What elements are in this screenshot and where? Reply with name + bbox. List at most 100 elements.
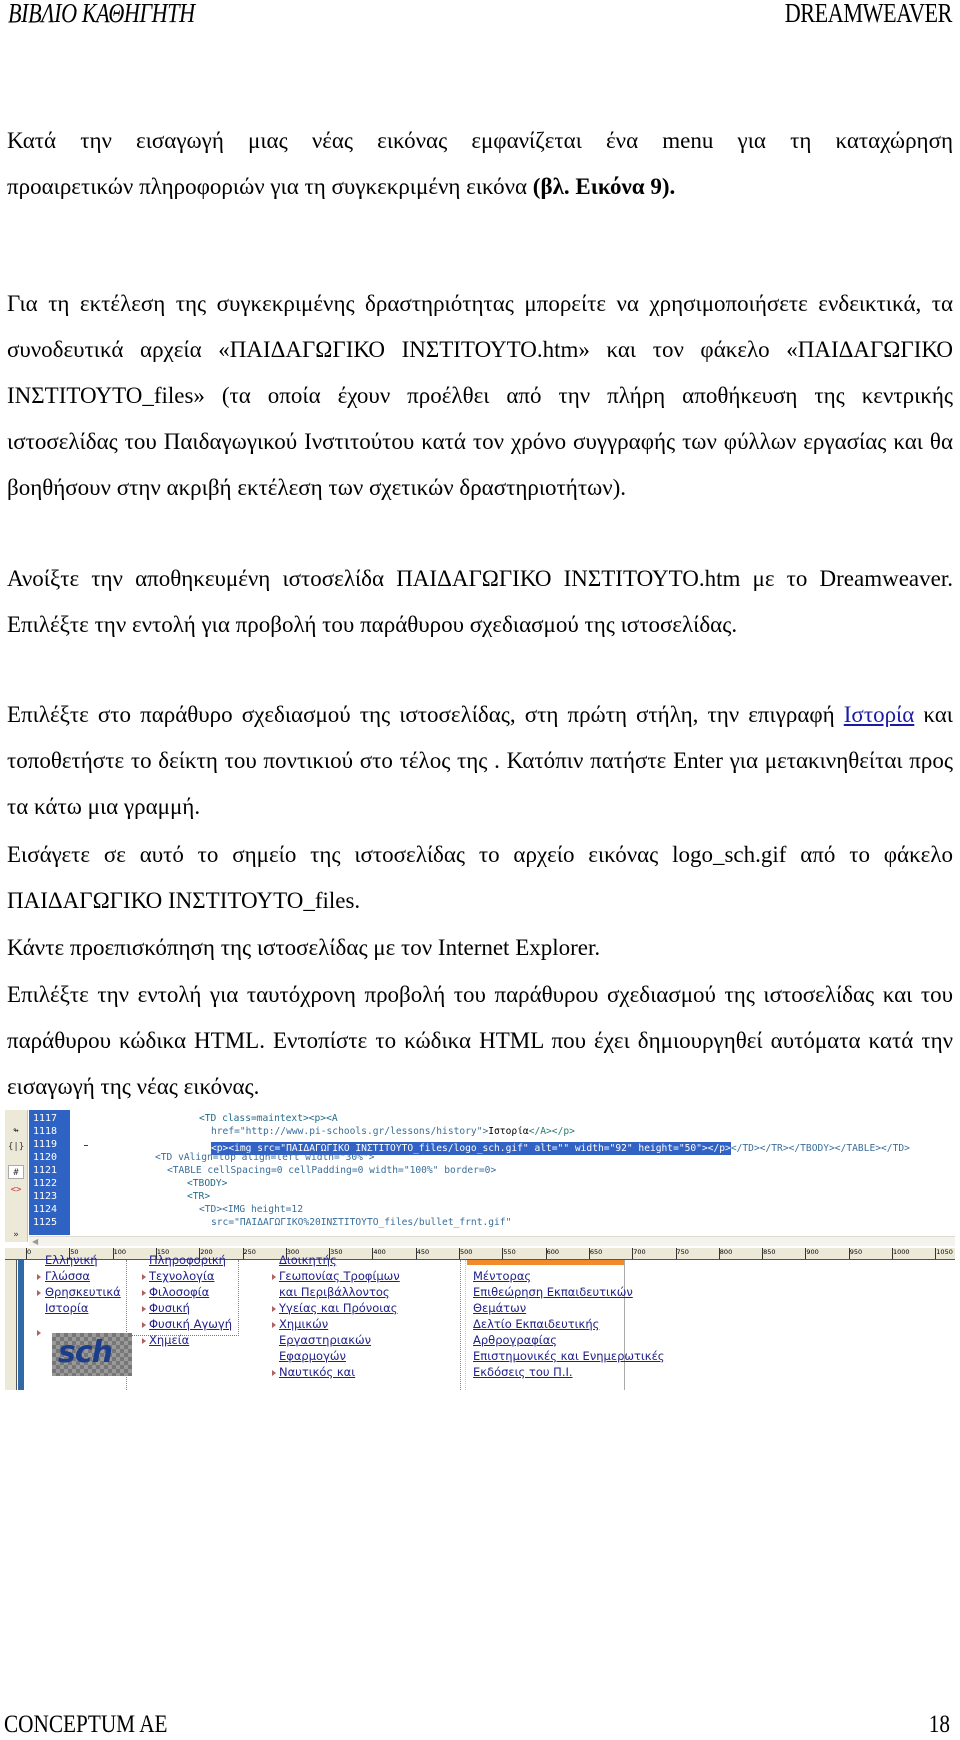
- history-link[interactable]: Ιστορία: [844, 702, 915, 727]
- dreamweaver-screenshot: ↬ {|} # <> » 1117 1118 1119 1120 1121 11…: [5, 1110, 955, 1390]
- anchor-marker-icon: [142, 1274, 146, 1280]
- code-text: <TD class=maintext><p><A: [199, 1113, 338, 1124]
- design-link[interactable]: Επιθεώρηση Εκπαιδευτικών: [473, 1285, 633, 1300]
- line-numbers-icon[interactable]: #: [8, 1165, 24, 1179]
- line-number: 1118: [33, 1126, 58, 1137]
- figure-reference: (βλ. Εικόνα 9).: [532, 174, 676, 199]
- header-section-title: DREAMWEAVER: [784, 0, 953, 28]
- horizontal-ruler: 0 50 100 150 200 250 300 350 400 450 500 550 600 650 7…: [5, 1248, 955, 1260]
- code-line-1123[interactable]: <TR>: [187, 1190, 210, 1203]
- design-link[interactable]: Θρησκευτικά: [45, 1285, 121, 1300]
- highlight-invalid-code-icon[interactable]: <>: [8, 1183, 24, 1197]
- paragraph-open-page: Ανοίξτε την αποθηκευμένη ιστοσελίδα ΠΑΙΔ…: [7, 566, 953, 637]
- design-link[interactable]: Ναυτικός και: [279, 1365, 355, 1380]
- ruler-tick-label: 250: [242, 1248, 256, 1259]
- design-link[interactable]: Εφαρμογών: [279, 1349, 346, 1364]
- code-line-1117[interactable]: <TD class=maintext><p><A: [199, 1112, 338, 1125]
- header-book-title: ΒΙΒΛΙΟ ΚΑΘΗΓΗΤΗ: [8, 0, 195, 28]
- code-line-1120[interactable]: <TD vAlign=top align=left width="30%">: [155, 1151, 375, 1164]
- expand-toolbar-icon[interactable]: »: [8, 1228, 24, 1242]
- ruler-tick-label: 950: [848, 1248, 863, 1259]
- design-link[interactable]: και Περιβάλλοντος: [279, 1285, 390, 1300]
- line-number: 1117: [33, 1113, 58, 1124]
- design-link[interactable]: Θεμάτων: [473, 1301, 526, 1316]
- page-number: 18: [928, 1711, 950, 1738]
- design-link[interactable]: Πληροφορική: [149, 1253, 226, 1268]
- code-line-1124[interactable]: <TD><IMG height=12: [199, 1203, 303, 1216]
- ruler-tick-label: 100: [112, 1248, 127, 1259]
- code-line-1118[interactable]: href="http://www.pi-schools.gr/lessons/h…: [211, 1125, 575, 1138]
- code-line-1125[interactable]: src="ΠΑΙΔΑΓΩΓΙΚΟ%20ΙΝΣΤΙΤΟΥΤΟ_files/bull…: [211, 1216, 511, 1229]
- design-link[interactable]: Εργαστηριακών: [279, 1333, 371, 1348]
- line-number: 1122: [33, 1178, 58, 1189]
- code-text: src="ΠΑΙΔΑΓΩΓΙΚΟ%20ΙΝΣΤΙΤΟΥΤΟ_files/bull…: [211, 1217, 512, 1228]
- design-view-pane: Ελληνική Γλώσσα Θρησκευτικά Ιστορία sch …: [25, 1253, 955, 1390]
- design-link[interactable]: Φυσική Αγωγή: [149, 1317, 232, 1332]
- anchor-marker-icon: [37, 1290, 41, 1296]
- design-link[interactable]: Χημεία: [149, 1333, 189, 1348]
- coding-toolbar: ↬ {|} # <> »: [5, 1110, 28, 1242]
- ruler-tick-label: 700: [632, 1248, 646, 1259]
- paragraph-select-history-text-a: Επιλέξτε στο παράθυρο σχεδιασμού της ιστ…: [7, 702, 844, 727]
- ruler-tick-label: 800: [718, 1248, 733, 1259]
- ruler-tick-label: 900: [805, 1248, 819, 1259]
- ruler-tick-label: 1050: [935, 1248, 953, 1259]
- code-text: <TABLE cellSpacing=0 cellPadding=0 width…: [167, 1165, 497, 1176]
- design-link[interactable]: Φυσική: [149, 1301, 190, 1316]
- design-link[interactable]: Ελληνική: [45, 1253, 98, 1268]
- ruler-tick-label: 650: [588, 1248, 603, 1259]
- design-link[interactable]: Διοικητής: [279, 1253, 337, 1268]
- anchor-marker-icon: [142, 1290, 146, 1296]
- horizontal-scrollbar[interactable]: ◀: [29, 1236, 955, 1246]
- design-link[interactable]: Γλώσσα: [45, 1269, 90, 1284]
- line-number: 1124: [33, 1204, 58, 1215]
- paragraph-intro: Κατά την εισαγωγή μιας νέας εικόνας εμφα…: [7, 118, 953, 210]
- line-number: 1120: [33, 1152, 58, 1163]
- design-link[interactable]: Φιλοσοφία: [149, 1285, 209, 1300]
- code-text: </A></p>: [528, 1126, 575, 1137]
- design-link[interactable]: Χημικών: [279, 1317, 328, 1332]
- sch-logo-image[interactable]: sch: [52, 1333, 132, 1376]
- design-link[interactable]: Μέντορας: [473, 1269, 531, 1284]
- code-view-pane: ↬ {|} # <> » 1117 1118 1119 1120 1121 11…: [5, 1110, 955, 1246]
- balance-braces-icon[interactable]: {|}: [8, 1140, 24, 1154]
- design-link[interactable]: Τεχνολογία: [149, 1269, 214, 1284]
- line-number: 1123: [33, 1191, 58, 1202]
- code-text: <TR>: [187, 1191, 211, 1202]
- design-link[interactable]: Εκδόσεις του Π.Ι.: [473, 1365, 573, 1380]
- design-link[interactable]: Γεωπονίας Τροφίμων: [279, 1269, 400, 1284]
- paragraph-insert-image: Εισάγετε σε αυτό το σημείο της ιστοσελίδ…: [7, 842, 953, 913]
- anchor-marker-icon: [142, 1322, 146, 1328]
- anchor-marker-icon: [37, 1330, 41, 1336]
- paragraph-select-history: Επιλέξτε στο παράθυρο σχεδιασμού της ιστ…: [7, 692, 953, 830]
- fold-collapse-icon[interactable]: [82, 1141, 90, 1149]
- design-link[interactable]: Επιστημονικές και Ενημερωτικές: [473, 1349, 665, 1364]
- paragraph-intro-text: προαιρετικών πληροφοριών για τη συγκεκρι…: [7, 174, 533, 199]
- line-number: 1125: [33, 1217, 58, 1228]
- design-link[interactable]: Δελτίο Εκπαιδευτικής: [473, 1317, 599, 1332]
- paragraph-files: Για τη εκτέλεση της συγκεκριμένης δραστη…: [7, 291, 953, 500]
- paragraph-intro-line2: προαιρετικών πληροφοριών για τη συγκεκρι…: [7, 164, 953, 210]
- line-number: 1121: [33, 1165, 58, 1176]
- ruler-tick-label: 500: [458, 1248, 473, 1259]
- vertical-ruler: [5, 1260, 17, 1390]
- scroll-left-icon[interactable]: ◀: [32, 1237, 38, 1246]
- ruler-tick-label: 450: [415, 1248, 430, 1259]
- design-link[interactable]: Υγείας και Πρόνοιας: [279, 1301, 398, 1316]
- code-line-1121[interactable]: <TABLE cellSpacing=0 cellPadding=0 width…: [167, 1164, 496, 1177]
- history-design-link[interactable]: Ιστορία: [45, 1301, 88, 1316]
- collapse-tag-icon[interactable]: ↬: [8, 1124, 24, 1138]
- code-text: <TD vAlign=top align=left width="30%">: [155, 1152, 375, 1163]
- paragraph-preview: Κάντε προεπισκόπηση της ιστοσελίδας με τ…: [7, 935, 601, 960]
- ruler-tick-label: 600: [545, 1248, 560, 1259]
- anchor-marker-icon: [272, 1274, 276, 1280]
- ruler-tick-label: 400: [372, 1248, 386, 1259]
- code-text: <TD><IMG height=12: [199, 1204, 303, 1215]
- ruler-tick-label: 750: [675, 1248, 689, 1259]
- line-number: 1119: [33, 1139, 58, 1150]
- code-line-1122[interactable]: <TBODY>: [187, 1177, 227, 1190]
- code-text: </TD></TR></TBODY></TABLE></TD>: [730, 1143, 910, 1154]
- ruler-tick-label: 550: [502, 1248, 516, 1259]
- ruler-tick-label: 0: [25, 1248, 32, 1259]
- design-link[interactable]: Αρθρογραφίας: [473, 1333, 557, 1348]
